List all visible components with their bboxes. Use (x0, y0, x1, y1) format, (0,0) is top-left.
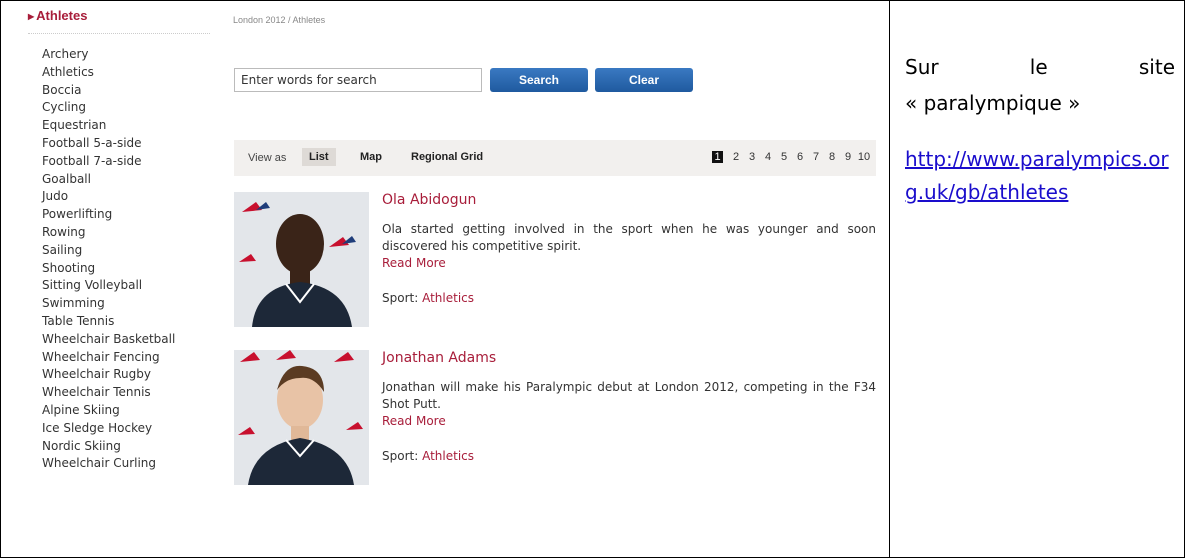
page-number[interactable]: 5 (776, 151, 792, 163)
read-more-link[interactable]: Read More (382, 255, 876, 272)
sidebar: ▶ Athletes Archery Athletics Boccia Cycling E… (28, 8, 210, 473)
breadcrumb[interactable]: London 2012 / Athletes (233, 15, 325, 25)
athlete-photo[interactable] (234, 350, 369, 485)
pagination: 1 2 3 4 5 6 7 8 9 10 (712, 151, 872, 163)
search-input[interactable] (234, 68, 482, 92)
athlete-info: Jonathan Adams Jonathan will make his Pa… (382, 350, 876, 463)
view-bar: View as List Map Regional Grid 123456789… (234, 140, 876, 176)
note-word: Sur (905, 55, 939, 79)
sport-list: Archery Athletics Boccia Cycling Equestrian F… (28, 34, 210, 473)
clear-button[interactable]: Clear (595, 68, 693, 92)
column-divider (889, 0, 890, 558)
sport-list-item[interactable]: Sitting Volleyball (42, 277, 210, 295)
sport-list-item[interactable]: Wheelchair Curling (42, 455, 210, 473)
view-as-label: View as (248, 152, 287, 164)
note-word: le (1029, 55, 1048, 79)
paralympics-url-link[interactable]: http://www.paralympics.org.uk/gb/athlete… (905, 143, 1175, 209)
sport-link[interactable]: Athletics (422, 449, 474, 463)
note-word: site (1138, 55, 1175, 79)
page-number[interactable]: 7 (808, 151, 824, 163)
sidebar-heading[interactable]: ▶ Athletes (28, 8, 210, 34)
page-number[interactable]: 1 (712, 151, 723, 163)
search-button[interactable]: Search (490, 68, 588, 92)
sport-list-item[interactable]: Swimming (42, 295, 210, 313)
page-number[interactable]: 9 (840, 151, 856, 163)
sport-list-item[interactable]: Cycling (42, 99, 210, 117)
view-map-tab[interactable]: Map (360, 151, 382, 163)
sport-list-item[interactable]: Powerlifting (42, 206, 210, 224)
sport-label: Sport: (382, 291, 419, 305)
page-number[interactable]: 6 (792, 151, 808, 163)
sport-list-item[interactable]: Equestrian (42, 117, 210, 135)
sport-list-item[interactable]: Shooting (42, 260, 210, 278)
annotation-note: Sur le site « paralympique » http://www.… (905, 55, 1175, 209)
page-number[interactable]: 3 (744, 151, 760, 163)
sport-label: Sport: (382, 449, 419, 463)
sidebar-heading-label: Athletes (36, 8, 88, 23)
athlete-photo[interactable] (234, 192, 369, 327)
page-number[interactable]: 10 (856, 151, 872, 163)
athlete-sport: Sport: Athletics (382, 291, 876, 305)
sport-link[interactable]: Athletics (422, 291, 474, 305)
note-line-2: « paralympique » (905, 91, 1081, 115)
sport-list-item[interactable]: Alpine Skiing (42, 402, 210, 420)
sport-list-item[interactable]: Wheelchair Basketball (42, 331, 210, 349)
sport-list-item[interactable]: Sailing (42, 242, 210, 260)
sport-list-item[interactable]: Boccia (42, 82, 210, 100)
read-more-link[interactable]: Read More (382, 413, 876, 430)
sport-list-item[interactable]: Ice Sledge Hockey (42, 420, 210, 438)
sport-list-item[interactable]: Football 5-a-side (42, 135, 210, 153)
athlete-bio: Jonathan will make his Paralympic debut … (382, 380, 876, 411)
athlete-sport: Sport: Athletics (382, 449, 876, 463)
athlete-bio: Ola started getting involved in the spor… (382, 222, 876, 253)
sport-list-item[interactable]: Nordic Skiing (42, 438, 210, 456)
sport-list-item[interactable]: Rowing (42, 224, 210, 242)
athlete-name-link[interactable]: Ola Abidogun (382, 192, 876, 208)
page-number[interactable]: 4 (760, 151, 776, 163)
page-number[interactable]: 8 (824, 151, 840, 163)
sport-list-item[interactable]: Wheelchair Rugby (42, 366, 210, 384)
note-line-1: Sur le site (905, 55, 1175, 79)
sport-list-item[interactable]: Judo (42, 188, 210, 206)
athlete-name-link[interactable]: Jonathan Adams (382, 350, 876, 366)
athlete-info: Ola Abidogun Ola started getting involve… (382, 192, 876, 305)
sport-list-item[interactable]: Athletics (42, 64, 210, 82)
view-regional-grid-tab[interactable]: Regional Grid (411, 151, 483, 163)
page-number[interactable]: 2 (728, 151, 744, 163)
triangle-right-icon: ▶ (28, 12, 35, 21)
sport-list-item[interactable]: Table Tennis (42, 313, 210, 331)
sport-list-item[interactable]: Wheelchair Fencing (42, 349, 210, 367)
sport-list-item[interactable]: Goalball (42, 171, 210, 189)
sport-list-item[interactable]: Archery (42, 46, 210, 64)
view-list-tab[interactable]: List (302, 148, 336, 166)
sport-list-item[interactable]: Wheelchair Tennis (42, 384, 210, 402)
sport-list-item[interactable]: Football 7-a-side (42, 153, 210, 171)
